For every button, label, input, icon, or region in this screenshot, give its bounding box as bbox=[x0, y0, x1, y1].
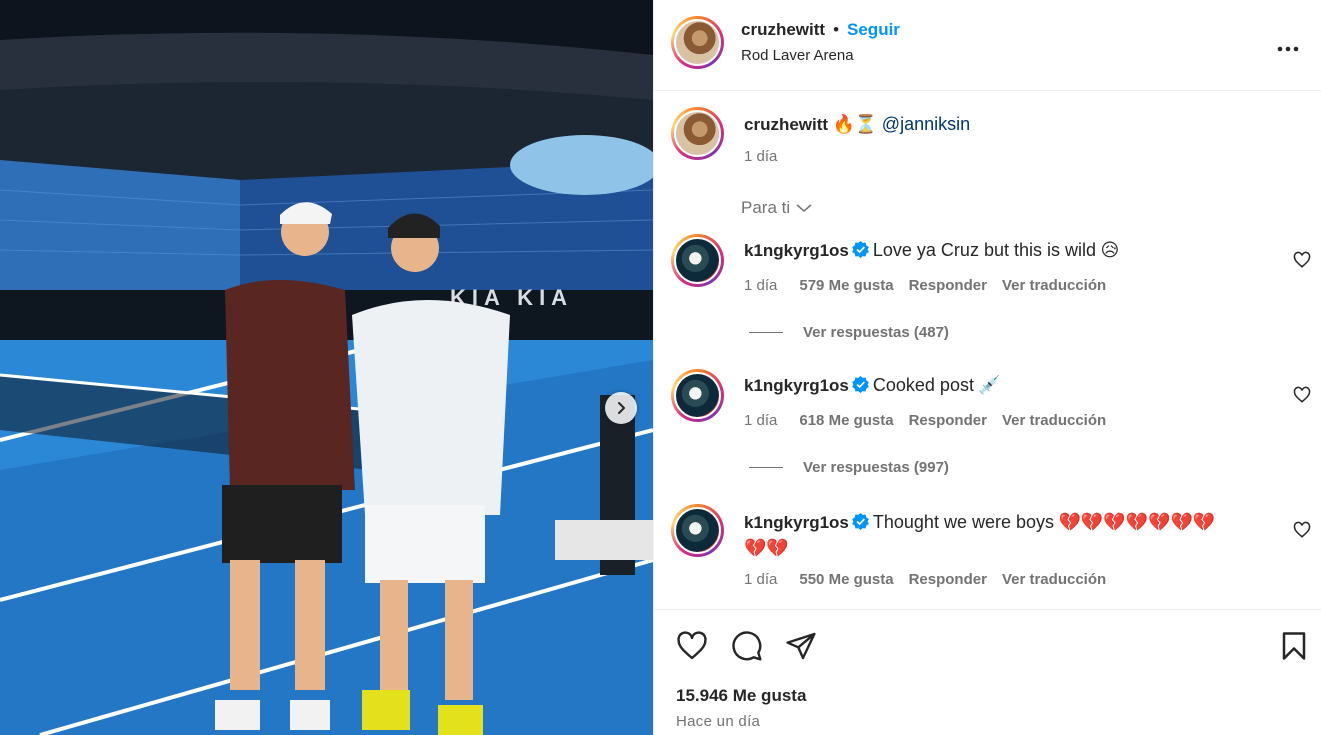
reply-button[interactable]: Responder bbox=[909, 571, 987, 588]
comment-username[interactable]: k1ngkyrg1os bbox=[744, 376, 849, 395]
translate-button[interactable]: Ver traducción bbox=[1002, 277, 1106, 294]
bookmark-icon[interactable] bbox=[1279, 630, 1309, 662]
comment-time: 1 día bbox=[744, 412, 778, 429]
separator-dot: • bbox=[833, 20, 840, 39]
post-timestamp: Hace un día bbox=[676, 713, 761, 730]
comment-text: Love ya Cruz but this is wild bbox=[872, 240, 1096, 260]
comment-avatar[interactable] bbox=[671, 369, 724, 422]
chevron-down-icon bbox=[796, 204, 812, 212]
post-sidebar: cruzhewitt • Seguir Rod Laver Arena cruz… bbox=[653, 0, 1321, 735]
comment-avatar[interactable] bbox=[671, 234, 724, 287]
post-actions: 15.946 Me gusta Hace un día bbox=[654, 609, 1321, 735]
verified-badge-icon bbox=[852, 376, 869, 393]
view-replies-label: Ver respuestas (997) bbox=[803, 459, 949, 476]
comment-avatar[interactable] bbox=[671, 504, 724, 557]
comment-body: k1ngkyrg1os Cooked post 💉 bbox=[744, 375, 1001, 396]
caption: cruzhewitt 🔥⏳ @janniksin bbox=[744, 114, 970, 135]
caption-emojis: 🔥⏳ bbox=[832, 114, 878, 135]
comment-likes[interactable]: 618 Me gusta bbox=[799, 412, 893, 429]
comment-icon[interactable] bbox=[731, 630, 763, 662]
comment-likes[interactable]: 550 Me gusta bbox=[799, 571, 893, 588]
comment-like-icon[interactable] bbox=[1293, 521, 1311, 539]
comment-emoji-line2: 💔💔 bbox=[744, 538, 789, 559]
location-link[interactable]: Rod Laver Arena bbox=[741, 47, 854, 64]
post-likes-count[interactable]: 15.946 Me gusta bbox=[676, 686, 806, 706]
follow-button[interactable]: Seguir bbox=[847, 20, 900, 40]
heart-icon[interactable] bbox=[676, 630, 708, 662]
chevron-right-icon bbox=[618, 402, 625, 414]
comment-body: k1ngkyrg1os Love ya Cruz but this is wild… bbox=[744, 240, 1119, 261]
more-options-button[interactable] bbox=[1277, 32, 1299, 58]
send-icon[interactable] bbox=[785, 630, 817, 662]
replies-line bbox=[749, 467, 783, 468]
comment-emoji: 💔💔💔💔💔💔💔 bbox=[1058, 512, 1216, 533]
view-replies-button[interactable]: Ver respuestas (487) bbox=[749, 324, 949, 341]
comment-body: k1ngkyrg1os Thought we were boys 💔💔💔💔💔💔💔 … bbox=[744, 510, 1264, 562]
comment-sort-dropdown[interactable]: Para ti bbox=[741, 198, 812, 218]
more-icon bbox=[1277, 46, 1299, 52]
translate-button[interactable]: Ver traducción bbox=[1002, 571, 1106, 588]
view-replies-button[interactable]: Ver respuestas (997) bbox=[749, 459, 949, 476]
reply-button[interactable]: Responder bbox=[909, 277, 987, 294]
caption-avatar[interactable] bbox=[671, 107, 724, 160]
comment-username[interactable]: k1ngkyrg1os bbox=[744, 241, 849, 260]
comment-emoji: 😥 bbox=[1100, 240, 1120, 261]
comment-text: Cooked post bbox=[872, 375, 974, 395]
comment-meta: 1 día 618 Me gusta Responder Ver traducción bbox=[744, 412, 1106, 429]
view-replies-label: Ver respuestas (487) bbox=[803, 324, 949, 341]
next-image-button[interactable] bbox=[605, 392, 637, 424]
comment-username[interactable]: k1ngkyrg1os bbox=[744, 513, 849, 532]
replies-line bbox=[749, 332, 783, 333]
tennis-court-image: KIA KIA bbox=[0, 0, 653, 735]
comment-time: 1 día bbox=[744, 571, 778, 588]
header-user-row: cruzhewitt • Seguir bbox=[741, 20, 900, 40]
post-header: cruzhewitt • Seguir Rod Laver Arena bbox=[654, 0, 1321, 91]
comment-emoji: 💉 bbox=[978, 375, 1001, 396]
author-avatar[interactable] bbox=[671, 16, 724, 69]
comment-like-icon[interactable] bbox=[1293, 251, 1311, 269]
verified-badge-icon bbox=[852, 241, 869, 258]
comment-time: 1 día bbox=[744, 277, 778, 294]
comment-meta: 1 día 579 Me gusta Responder Ver traducción bbox=[744, 277, 1106, 294]
comment-likes[interactable]: 579 Me gusta bbox=[799, 277, 893, 294]
post-photo: KIA KIA bbox=[0, 0, 653, 735]
comment-text: Thought we were boys bbox=[872, 512, 1054, 532]
comment-like-icon[interactable] bbox=[1293, 386, 1311, 404]
translate-button[interactable]: Ver traducción bbox=[1002, 412, 1106, 429]
comment-meta: 1 día 550 Me gusta Responder Ver traducción bbox=[744, 571, 1106, 588]
comment-sort-label: Para ti bbox=[741, 198, 791, 217]
author-username[interactable]: cruzhewitt bbox=[741, 20, 825, 40]
caption-time: 1 día bbox=[744, 148, 778, 165]
caption-username[interactable]: cruzhewitt bbox=[744, 115, 828, 134]
caption-mention[interactable]: @janniksin bbox=[882, 114, 970, 134]
reply-button[interactable]: Responder bbox=[909, 412, 987, 429]
verified-badge-icon bbox=[852, 513, 869, 530]
